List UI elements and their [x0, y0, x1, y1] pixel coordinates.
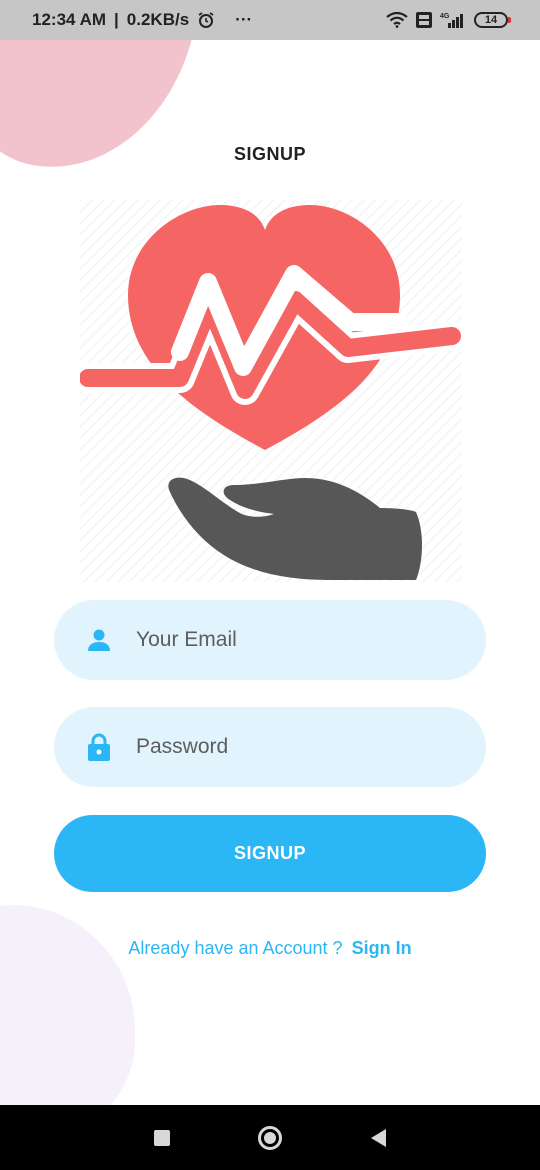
account-prompt-text: Already have an Account ? — [128, 938, 343, 958]
volte-icon — [416, 12, 432, 28]
lock-icon — [86, 733, 112, 761]
alarm-icon — [197, 11, 215, 29]
status-speed: 0.2KB/s — [126, 10, 190, 29]
wifi-icon — [386, 12, 408, 28]
svg-text:4G: 4G — [440, 13, 450, 20]
status-separator: | — [114, 10, 119, 29]
recent-apps-button[interactable] — [154, 1129, 171, 1146]
signin-prompt: Already have an Account ? Sign In — [0, 938, 540, 959]
system-navigation-bar — [0, 1105, 540, 1170]
battery-icon: 14 — [474, 12, 511, 28]
signup-screen: 12:34 AM | 0.2KB/s ··· 4G 14 SIGNUP Your… — [0, 0, 540, 1170]
user-icon — [86, 627, 112, 653]
home-button[interactable] — [258, 1125, 283, 1150]
status-time: 12:34 AM — [32, 10, 107, 29]
password-field[interactable] — [54, 707, 486, 787]
back-button[interactable] — [370, 1128, 386, 1147]
sign-in-link[interactable]: Sign In — [352, 938, 412, 958]
email-input[interactable] — [136, 628, 456, 652]
health-care-illustration — [73, 200, 467, 582]
more-notifications: ··· — [235, 10, 253, 29]
signal-icon: 4G — [440, 12, 466, 28]
password-input[interactable] — [136, 735, 456, 759]
page-title: SIGNUP — [233, 144, 306, 164]
status-bar: 12:34 AM | 0.2KB/s ··· 4G 14 — [0, 0, 540, 40]
signup-button[interactable]: SIGNUP — [54, 815, 486, 892]
battery-level: 14 — [484, 14, 498, 26]
email-field[interactable] — [54, 600, 486, 680]
